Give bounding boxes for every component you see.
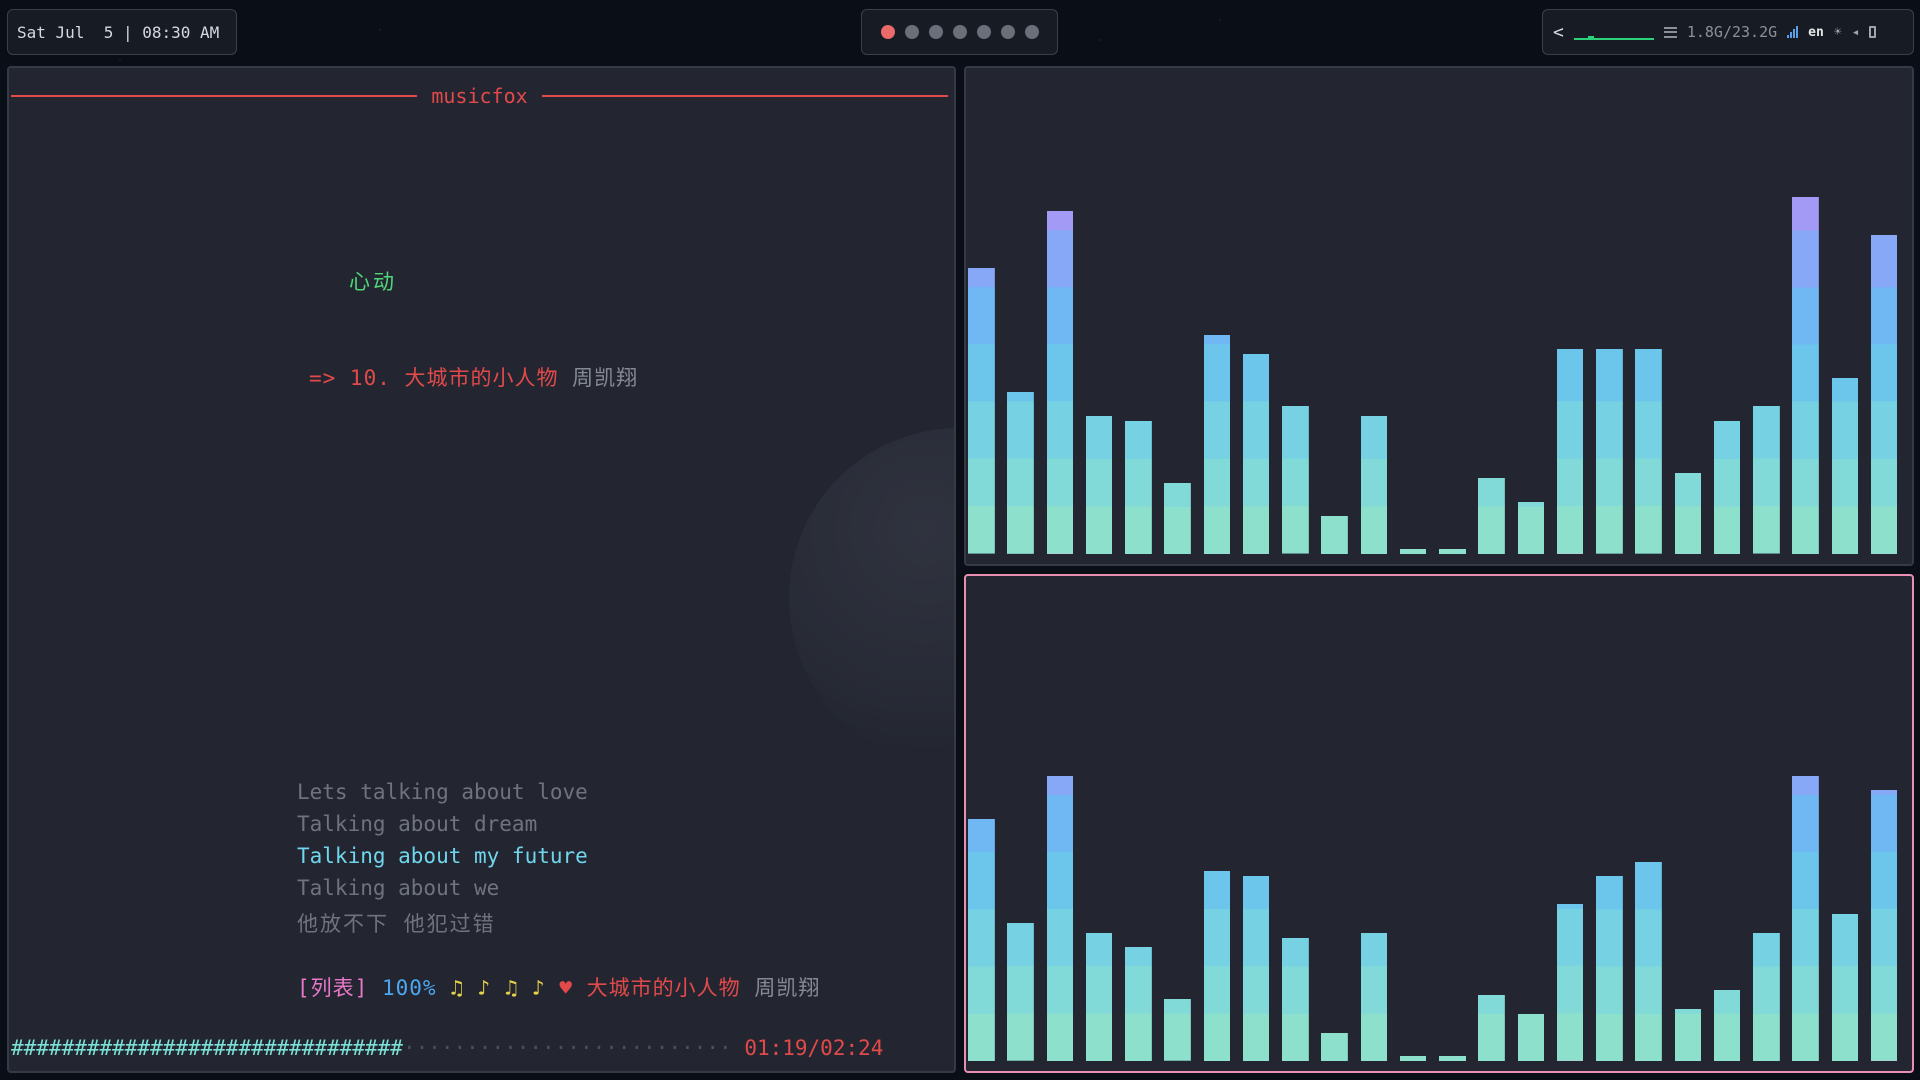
spectrum-visualizer-bottom	[968, 586, 1910, 1061]
workspace-switcher	[861, 9, 1058, 55]
status-artist: 周凯翔	[754, 976, 821, 1000]
spectrum-bar	[1674, 1008, 1702, 1061]
current-track-entry[interactable]: => 10. 大城市的小人物 周凯翔	[309, 362, 638, 392]
track-number-title: => 10. 大城市的小人物	[309, 366, 559, 390]
spectrum-bar	[1674, 473, 1702, 554]
memory-icon	[1663, 26, 1677, 38]
musicfox-terminal[interactable]: musicfox 心动 => 10. 大城市的小人物 周凯翔 Lets talk…	[7, 66, 956, 1073]
music-notes-icon: ♫ ♪ ♫ ♪	[450, 976, 546, 1000]
spectrum-bar	[1713, 420, 1741, 554]
spectrum-bar	[1282, 937, 1309, 1061]
network-graph-icon	[1573, 24, 1654, 40]
spectrum-bar	[1635, 861, 1662, 1061]
spectrum-bar	[1556, 904, 1584, 1061]
spectrum-bar	[1753, 406, 1780, 554]
spectrum-bar	[1125, 420, 1152, 554]
spectrum-bar	[1203, 871, 1231, 1061]
progress-elapsed: ###############################	[11, 1036, 403, 1060]
spectrum-bar	[1046, 211, 1074, 554]
keyboard-layout[interactable]: en	[1808, 25, 1824, 40]
lyric-line: Talking about we	[297, 876, 500, 900]
spectrum-bar	[1478, 477, 1505, 554]
workspace-dot-6[interactable]	[1000, 25, 1015, 39]
spectrum-bar	[1282, 406, 1309, 554]
spectrum-bar	[1242, 354, 1270, 554]
clock-text: Sat Jul 5 | 08:30 AM	[17, 22, 220, 42]
workspace-dot-5[interactable]	[976, 25, 991, 39]
heart-icon[interactable]: ♥	[559, 976, 573, 1000]
visualizer-pane-top[interactable]	[964, 66, 1914, 566]
spectrum-bar	[1753, 932, 1780, 1061]
spectrum-bar	[1478, 994, 1505, 1061]
volume-icon[interactable]: ◂	[1852, 25, 1860, 40]
clock-widget[interactable]: Sat Jul 5 | 08:30 AM	[7, 9, 237, 55]
progress-time: 01:19/02:24	[744, 1036, 884, 1060]
battery-icon	[1869, 26, 1877, 38]
spectrum-bar	[1007, 923, 1034, 1061]
spectrum-bar	[1046, 776, 1074, 1061]
spectrum-bar	[1321, 515, 1348, 554]
workspace-dot-2[interactable]	[904, 25, 919, 39]
chevron-left-icon[interactable]: <	[1553, 22, 1564, 43]
spectrum-bar	[1517, 1013, 1545, 1061]
app-title: musicfox	[431, 84, 528, 108]
spectrum-bar	[1556, 349, 1584, 554]
lyric-line: 他放不下 他犯过错	[297, 912, 496, 936]
visualizer-pane-bottom[interactable]	[964, 574, 1914, 1073]
spectrum-bar	[1085, 415, 1113, 554]
spectrum-bar	[1792, 776, 1819, 1061]
spectrum-bar	[1399, 1056, 1427, 1061]
status-song-title: 大城市的小人物	[586, 976, 741, 1000]
workspace-dot-3[interactable]	[928, 25, 943, 39]
spectrum-bar	[1831, 913, 1859, 1061]
track-artist: 周凯翔	[572, 366, 639, 390]
spectrum-visualizer-top	[968, 78, 1910, 554]
wifi-signal-icon[interactable]	[1787, 26, 1799, 38]
lyric-line-active: Talking about my future	[297, 844, 588, 868]
spectrum-bar	[1870, 235, 1898, 554]
spectrum-bar	[1360, 415, 1388, 554]
playlist-name[interactable]: 心动	[349, 266, 397, 296]
spectrum-bar	[1242, 875, 1270, 1061]
spectrum-bar	[1792, 197, 1819, 554]
spectrum-bar	[1125, 947, 1152, 1061]
spectrum-bar	[1596, 349, 1623, 554]
spectrum-bar	[1635, 349, 1662, 554]
play-mode[interactable]: [列表]	[297, 976, 368, 1000]
system-tray: < 1.8G/23.2G en ☀ ◂	[1542, 9, 1914, 55]
spectrum-bar	[1164, 482, 1191, 554]
wallpaper-planet	[789, 428, 954, 768]
spectrum-bar	[1399, 549, 1427, 554]
spectrum-bar	[1596, 875, 1623, 1061]
spectrum-bar	[1831, 377, 1859, 554]
spectrum-bar	[1870, 790, 1898, 1061]
memory-usage: 1.8G/23.2G	[1686, 23, 1778, 41]
workspace-dot-4[interactable]	[952, 25, 967, 39]
volume-level[interactable]: 100%	[382, 976, 437, 1000]
spectrum-bar	[1517, 501, 1545, 554]
spectrum-bar	[1164, 999, 1191, 1061]
spectrum-bar	[1085, 932, 1113, 1061]
spectrum-bar	[968, 268, 995, 554]
spectrum-bar	[1713, 989, 1741, 1061]
brightness-icon[interactable]: ☀	[1834, 25, 1842, 40]
lyric-line: Talking about dream	[297, 812, 538, 836]
player-status-line: [列表] 100% ♫ ♪ ♫ ♪ ♥ 大城市的小人物 周凯翔	[297, 972, 820, 1002]
app-title-bar: musicfox	[11, 84, 949, 108]
spectrum-bar	[1439, 549, 1466, 554]
spectrum-bar	[1439, 1056, 1466, 1061]
workspace-dot-7[interactable]	[1024, 25, 1039, 39]
lyric-line: Lets talking about love	[297, 780, 588, 804]
progress-bar[interactable]: ###############################·········…	[11, 1036, 883, 1060]
workspace-dot-1[interactable]	[880, 25, 895, 39]
spectrum-bar	[1321, 1032, 1348, 1061]
spectrum-bar	[968, 818, 995, 1061]
spectrum-bar	[1360, 932, 1388, 1061]
spectrum-bar	[1203, 335, 1231, 554]
progress-remaining: ··························	[402, 1036, 732, 1060]
spectrum-bar	[1007, 392, 1034, 554]
